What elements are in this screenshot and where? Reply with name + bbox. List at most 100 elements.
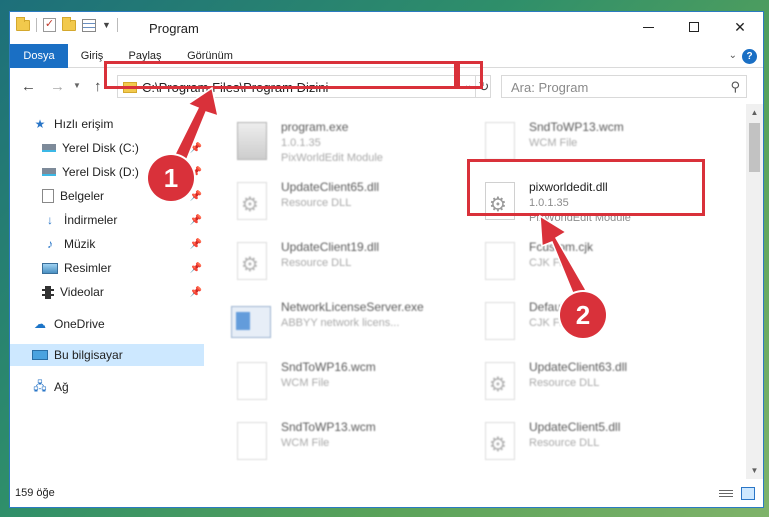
dll-file-icon: [237, 182, 267, 220]
file-name: SndToWP13.wcm: [281, 420, 376, 434]
back-arrow-icon[interactable]: ←: [21, 78, 36, 95]
tiles-view-icon[interactable]: [741, 487, 755, 500]
file-name: UpdateClient65.dll: [281, 180, 380, 194]
pin-icon[interactable]: 📌: [190, 287, 202, 298]
file-item[interactable]: UpdateClient63.dll Resource DLL: [471, 354, 711, 406]
folder-icon: [16, 16, 30, 31]
pin-icon[interactable]: 📌: [190, 191, 202, 202]
file-name: SndToWP13.wcm: [529, 120, 624, 134]
file-name: SndToWP16.wcm: [281, 360, 376, 374]
file-item[interactable]: UpdateClient65.dll Resource DLL: [223, 174, 463, 226]
dll-file-icon: [485, 362, 515, 400]
search-input[interactable]: Ara: Program ⚲: [501, 75, 747, 98]
sidebar-item-label: Ağ: [54, 380, 69, 394]
vertical-scrollbar[interactable]: ▲ ▼: [746, 104, 763, 479]
pin-icon[interactable]: 📌: [190, 143, 202, 154]
minimize-button[interactable]: [625, 12, 671, 42]
file-icon: [485, 242, 515, 280]
dll-file-icon: [485, 422, 515, 460]
file-icon: [237, 362, 267, 400]
file-description: PixWorldEdit Module: [281, 152, 383, 164]
file-name: UpdateClient63.dll: [529, 360, 628, 374]
file-name: Fcustom.cjk: [529, 240, 594, 254]
search-placeholder: Ara: Program: [511, 80, 589, 95]
sidebar-item-onedrive[interactable]: ☁ OneDrive: [10, 313, 204, 335]
documents-icon: [42, 189, 54, 203]
sidebar-item-downloads[interactable]: ↓ İndirmeler 📌: [10, 209, 204, 231]
status-bar: 159 öğe: [10, 481, 763, 507]
file-item[interactable]: UpdateClient5.dll Resource DLL: [471, 414, 711, 466]
sidebar-item-label: Yerel Disk (D:): [62, 165, 139, 179]
file-item[interactable]: UpdateClient19.dll Resource DLL: [223, 234, 463, 286]
file-type: WCM File: [281, 377, 330, 389]
computer-icon: [32, 350, 48, 360]
file-type: Resource DLL: [281, 257, 352, 269]
maximize-icon: [689, 22, 699, 32]
file-type: Resource DLL: [281, 197, 352, 209]
exe-file-icon: [237, 122, 267, 160]
dll-highlight-box: [467, 159, 705, 216]
file-item[interactable]: Fcustom.cjk CJK File: [471, 234, 711, 286]
file-name: NetworkLicenseServer.exe: [281, 300, 424, 314]
application-window-icon: [231, 306, 271, 338]
pictures-icon: [42, 262, 58, 274]
downloads-icon: ↓: [47, 213, 53, 227]
file-item[interactable]: program.exe 1.0.1.35 PixWorldEdit Module: [223, 114, 463, 166]
file-type: WCM File: [281, 437, 330, 449]
file-type: WCM File: [529, 137, 578, 149]
cloud-icon: ☁: [34, 317, 46, 331]
file-type: Resource DLL: [529, 437, 600, 449]
properties-icon[interactable]: [82, 18, 96, 32]
sidebar-item-music[interactable]: ♪ Müzik 📌: [10, 233, 204, 255]
file-item[interactable]: SndToWP13.wcm WCM File: [223, 414, 463, 466]
recent-locations-chevron-icon[interactable]: ▼: [73, 81, 81, 90]
pin-icon[interactable]: 📌: [190, 239, 202, 250]
forward-arrow-icon[interactable]: →: [50, 78, 65, 95]
sidebar-item-label: Belgeler: [60, 189, 105, 203]
search-icon[interactable]: ⚲: [730, 79, 740, 95]
up-arrow-icon[interactable]: ↑: [94, 78, 102, 95]
file-icon: [237, 422, 267, 460]
sidebar-item-videos[interactable]: Videolar 📌: [10, 281, 204, 303]
file-description: ABBYY network licens...: [281, 317, 400, 329]
sidebar-item-label: İndirmeler: [64, 213, 118, 227]
minimize-icon: [642, 26, 654, 28]
quick-access-toolbar: ✓ ▼: [16, 16, 118, 32]
close-button[interactable]: ✕: [717, 12, 763, 42]
sidebar-item-network[interactable]: 🖧 Ağ: [10, 376, 204, 398]
pin-icon[interactable]: 📌: [190, 263, 202, 274]
file-name: UpdateClient19.dll: [281, 240, 380, 254]
videos-icon: [42, 285, 54, 299]
expand-ribbon-chevron-icon[interactable]: ⌄: [729, 50, 737, 61]
file-version: 1.0.1.35: [281, 137, 321, 149]
new-folder-icon[interactable]: [62, 16, 76, 31]
sidebar-item-this-pc[interactable]: Bu bilgisayar: [10, 344, 204, 366]
network-icon: 🖧: [33, 378, 47, 393]
window-title: Program: [149, 21, 199, 36]
title-bar: ✓ ▼ Program ✕: [10, 12, 763, 44]
file-type: CJK File: [529, 257, 571, 269]
refresh-highlight-box: [457, 61, 483, 89]
scrollbar-thumb[interactable]: [749, 123, 760, 172]
sidebar-item-label: Müzik: [64, 237, 96, 251]
tab-file[interactable]: Dosya: [10, 44, 68, 68]
step-badge-1: 1: [148, 155, 194, 201]
maximize-button[interactable]: [671, 12, 717, 42]
sidebar-item-quick-access[interactable]: ★ Hızlı erişim: [10, 113, 204, 135]
properties-check-icon[interactable]: ✓: [43, 18, 56, 32]
drive-icon: [42, 168, 56, 176]
help-icon[interactable]: ?: [742, 49, 757, 64]
scroll-down-arrow-icon[interactable]: ▼: [746, 462, 763, 479]
scroll-up-arrow-icon[interactable]: ▲: [746, 104, 763, 121]
drive-icon: [42, 144, 56, 152]
sidebar-item-pictures[interactable]: Resimler 📌: [10, 257, 204, 279]
sidebar-item-label: Yerel Disk (C:): [62, 141, 139, 155]
step-badge-2: 2: [560, 292, 606, 338]
pin-icon[interactable]: 📌: [190, 215, 202, 226]
file-name: UpdateClient5.dll: [529, 420, 621, 434]
file-type: Resource DLL: [529, 377, 600, 389]
customize-toolbar-arrow-icon[interactable]: ▼: [102, 20, 111, 30]
file-item[interactable]: SndToWP16.wcm WCM File: [223, 354, 463, 406]
details-view-icon[interactable]: [719, 488, 733, 499]
file-item[interactable]: NetworkLicenseServer.exe ABBYY network l…: [223, 294, 463, 346]
